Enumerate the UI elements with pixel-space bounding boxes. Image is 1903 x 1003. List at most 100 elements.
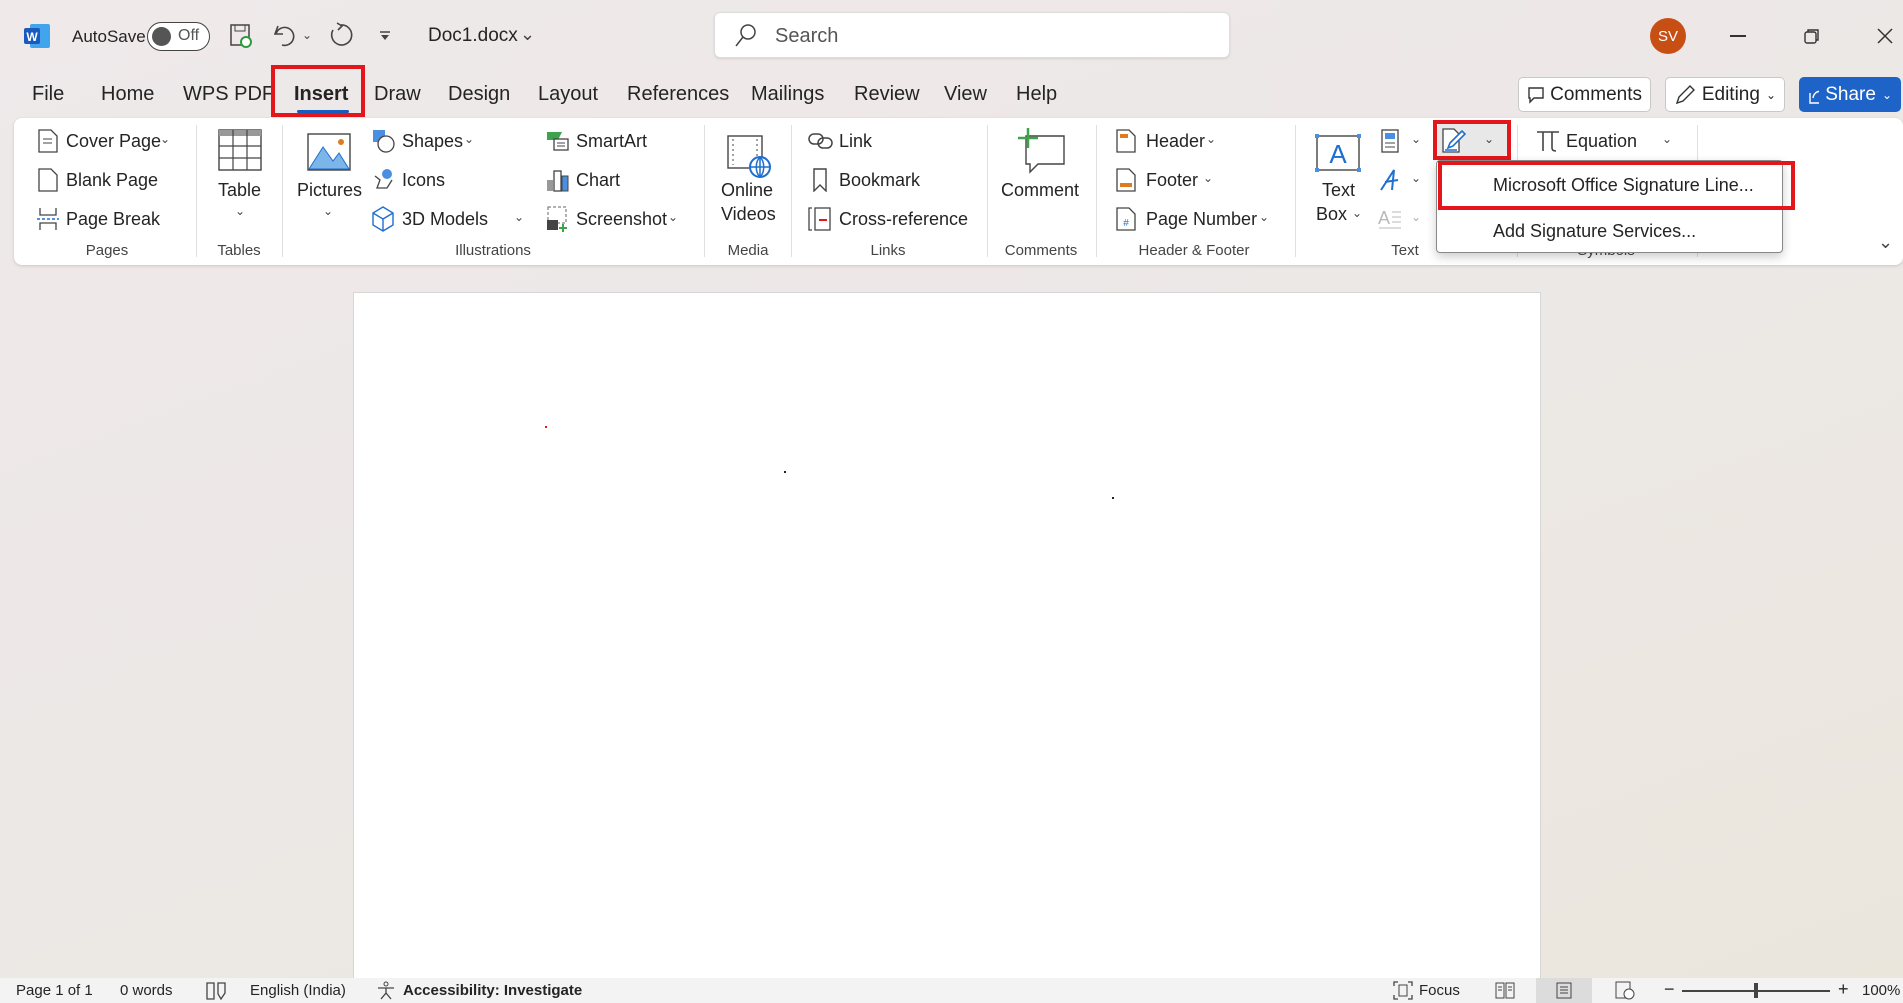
signature-line-item-highlight (1438, 161, 1795, 210)
doc-name-chevron-icon[interactable]: ⌄ (520, 24, 535, 45)
autosave-toggle[interactable]: Off (147, 22, 210, 51)
language[interactable]: English (India) (250, 982, 346, 999)
focus-icon[interactable] (1393, 981, 1413, 1000)
svg-text:A: A (1329, 139, 1347, 169)
zoom-level[interactable]: 100% (1862, 982, 1900, 999)
undo-icon[interactable] (272, 22, 298, 48)
search-input[interactable]: Search (714, 12, 1230, 58)
zoom-out-button[interactable]: − (1664, 979, 1675, 1000)
share-button[interactable]: Share ⌄ (1799, 77, 1901, 112)
tab-wps-pdf[interactable]: WPS PDF (183, 83, 274, 106)
bookmark-button[interactable]: Bookmark (839, 170, 920, 191)
zoom-in-button[interactable]: + (1838, 979, 1849, 1000)
text-group-label: Text (1391, 242, 1419, 259)
pictures-button[interactable]: Pictures (297, 180, 362, 201)
tab-design[interactable]: Design (448, 83, 510, 106)
shapes-button[interactable]: Shapes (402, 131, 463, 152)
new-comment-icon[interactable] (1018, 128, 1066, 174)
redo-icon[interactable] (328, 22, 354, 50)
online-videos-button[interactable]: Online (721, 180, 773, 201)
tab-mailings[interactable]: Mailings (751, 83, 824, 106)
comments-button[interactable]: Comments (1518, 77, 1651, 112)
comment-icon (1528, 86, 1544, 104)
minimize-icon[interactable] (1730, 35, 1746, 37)
screenshot-button[interactable]: Screenshot (576, 209, 667, 230)
links-group-label: Links (870, 242, 906, 259)
page-break-icon (37, 207, 59, 231)
screenshot-icon (546, 206, 570, 232)
footer-button[interactable]: Footer (1146, 170, 1198, 191)
accessibility-status[interactable]: Accessibility: Investigate (403, 982, 582, 999)
bookmark-icon (812, 168, 828, 192)
tab-file[interactable]: File (32, 83, 64, 106)
tab-references[interactable]: References (627, 83, 729, 106)
pictures-icon[interactable] (307, 133, 351, 171)
pages-group-label: Pages (85, 242, 129, 259)
word-count[interactable]: 0 words (120, 982, 173, 999)
icons-icon (372, 168, 396, 192)
web-layout-icon[interactable] (1615, 981, 1635, 1000)
footer-icon (1116, 168, 1136, 192)
pencil-icon (1675, 84, 1695, 104)
table-icon[interactable] (218, 129, 262, 171)
cross-reference-icon (808, 207, 832, 231)
online-videos-button-line2[interactable]: Videos (721, 204, 776, 225)
avatar[interactable]: SV (1650, 18, 1686, 54)
comment-button[interactable]: Comment (1001, 180, 1079, 201)
3d-models-button[interactable]: 3D Models (402, 209, 488, 230)
close-icon[interactable] (1876, 27, 1894, 45)
page-count[interactable]: Page 1 of 1 (16, 982, 93, 999)
chart-button[interactable]: Chart (576, 170, 620, 191)
document-name[interactable]: Doc1.docx (428, 25, 518, 47)
page-number-button[interactable]: Page Number (1146, 209, 1257, 230)
document-page[interactable] (353, 292, 1541, 982)
cover-page-button[interactable]: Cover Page (66, 131, 161, 152)
header-button[interactable]: Header (1146, 131, 1205, 152)
tab-help[interactable]: Help (1016, 83, 1057, 106)
proofing-icon[interactable] (206, 982, 226, 1000)
chart-icon (546, 168, 570, 192)
smartart-icon (546, 130, 570, 152)
text-box-button-line2[interactable]: Box (1316, 204, 1347, 225)
wordart-icon[interactable] (1378, 168, 1402, 192)
undo-dropdown-icon[interactable]: ⌄ (302, 28, 312, 42)
svg-text:#: # (1123, 218, 1129, 229)
media-group-label: Media (727, 242, 769, 259)
table-button[interactable]: Table (218, 180, 261, 201)
editing-button[interactable]: Editing ⌄ (1665, 77, 1785, 112)
save-icon[interactable] (229, 23, 253, 49)
online-videos-icon[interactable] (726, 135, 774, 179)
share-icon (1809, 90, 1820, 104)
text-box-button[interactable]: Text (1322, 180, 1355, 201)
tab-home[interactable]: Home (101, 83, 154, 106)
ink-dot (784, 471, 786, 473)
collapse-ribbon-icon[interactable]: ⌄ (1878, 232, 1893, 253)
focus-button[interactable]: Focus (1419, 982, 1460, 999)
customize-toolbar-icon[interactable] (378, 30, 392, 42)
smartart-button[interactable]: SmartArt (576, 131, 647, 152)
autosave-label: AutoSave (72, 27, 146, 46)
menu-item-add-signature-services[interactable]: Add Signature Services... (1493, 221, 1696, 242)
cross-reference-button[interactable]: Cross-reference (839, 209, 968, 230)
link-button[interactable]: Link (839, 131, 872, 152)
blank-page-button[interactable]: Blank Page (66, 170, 158, 191)
tab-review[interactable]: Review (854, 83, 920, 106)
quick-parts-icon[interactable] (1381, 129, 1399, 153)
insert-tab-highlight (271, 65, 365, 117)
drop-cap-icon: A (1378, 206, 1402, 230)
equation-button[interactable]: Equation (1566, 131, 1637, 152)
tab-layout[interactable]: Layout (538, 83, 598, 106)
read-mode-icon[interactable] (1495, 982, 1515, 999)
svg-text:A: A (1378, 208, 1390, 228)
tab-view[interactable]: View (944, 83, 987, 106)
icons-button[interactable]: Icons (402, 170, 445, 191)
page-break-button[interactable]: Page Break (66, 209, 160, 230)
search-icon (733, 23, 757, 49)
zoom-slider-thumb[interactable] (1754, 983, 1758, 998)
accessibility-icon[interactable] (376, 981, 396, 1000)
status-bar: Page 1 of 1 0 words English (India) Acce… (0, 978, 1903, 1003)
tab-draw[interactable]: Draw (374, 83, 421, 106)
signature-button-highlight (1433, 120, 1511, 160)
restore-icon[interactable] (1803, 27, 1821, 45)
text-box-icon[interactable]: A (1314, 133, 1362, 173)
